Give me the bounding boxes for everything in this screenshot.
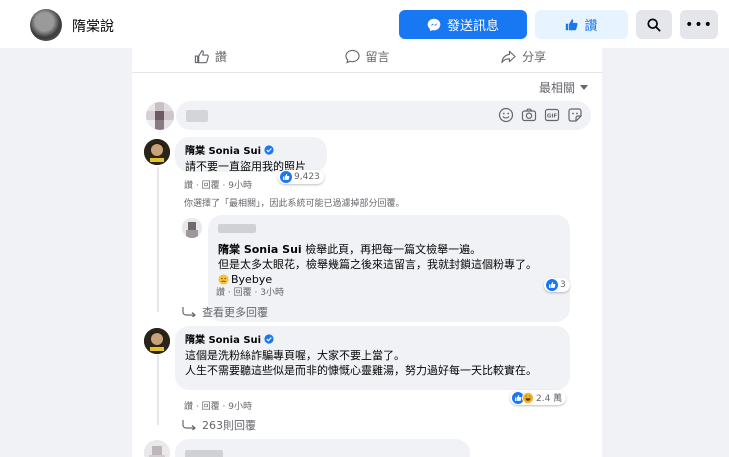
comment-sort-dropdown[interactable]: 最相關 (539, 79, 589, 96)
verified-badge-icon (264, 144, 274, 155)
post-share-label: 分享 (522, 49, 547, 64)
sad-emoji-icon (218, 274, 229, 285)
comment-bubble: 隋棠 Sonia Sui 請不要一直盜用我的照片 (175, 137, 327, 173)
pixelated-avatar-icon (146, 102, 174, 130)
reply-reply-link[interactable]: 回覆 (234, 288, 252, 298)
search-icon (647, 17, 661, 32)
caret-down-icon (580, 84, 588, 90)
redacted-name (185, 450, 223, 457)
current-user-avatar (146, 102, 174, 130)
comment-text-line-1: 這個是洗粉絲詐騙專頁喔，大家不要上當了。 (185, 349, 405, 362)
comment-like-link[interactable]: 讚 (184, 402, 193, 412)
emoji-icon[interactable] (498, 107, 514, 123)
comment-text-line-2: 人生不需要聽這些似是而非的慷慨心靈雞湯，努力過好每一天比較實在。 (185, 364, 537, 377)
comment-timestamp[interactable]: 9小時 (228, 402, 252, 412)
author-name: 隋棠 Sonia Sui (185, 146, 262, 157)
comment-reply-link[interactable]: 回覆 (202, 181, 220, 191)
comment-bubble (175, 439, 470, 457)
pixelated-avatar-icon (182, 218, 202, 238)
commenter-avatar[interactable] (144, 328, 170, 354)
gif-icon[interactable]: GIF (544, 107, 560, 123)
camera-icon[interactable] (521, 107, 537, 123)
thumbs-up-outline-icon (194, 49, 209, 63)
messenger-icon (427, 18, 441, 31)
reaction-number: 9,423 (294, 172, 320, 182)
reply-line-2: 但是太多太眼花，檢舉幾篇之後來這留言，我就封鎖這個粉專了。 (218, 258, 537, 271)
reply-line-1: 隋棠 Sonia Sui 檢舉此頁，再把每一篇文檢舉一遍。 (218, 242, 560, 257)
thumbs-up-icon (566, 19, 579, 31)
comment-author[interactable]: 隋棠 Sonia Sui (185, 142, 317, 157)
share-icon (501, 50, 516, 63)
comment-timestamp[interactable]: 9小時 (228, 181, 252, 191)
sticker-icon[interactable] (567, 107, 583, 123)
reply-text-1: 檢舉此頁，再把每一篇文檢舉一遍。 (305, 243, 482, 256)
view-replies-link[interactable]: 263則回覆 (182, 417, 256, 433)
author-name: 隋棠 Sonia Sui (185, 335, 262, 346)
laugh-reaction-icon (522, 391, 534, 404)
view-more-replies-link[interactable]: 查看更多回覆 (182, 304, 268, 320)
like-page-button[interactable]: 讚 (535, 10, 628, 39)
search-button[interactable] (636, 10, 672, 39)
reply-avatar[interactable] (182, 218, 202, 238)
commenter-avatar[interactable] (144, 139, 170, 165)
post-like-button[interactable]: 讚 (132, 40, 289, 72)
post-action-bar: 讚 留言 分享 (132, 40, 602, 73)
reaction-number: 2.4 萬 (536, 394, 563, 404)
reply-arrow-icon (182, 307, 196, 317)
send-message-button[interactable]: 發送訊息 (399, 10, 527, 39)
view-more-replies-label: 查看更多回覆 (202, 306, 268, 319)
reply-author[interactable]: 隋棠 Sonia Sui (218, 243, 302, 256)
reply-timestamp[interactable]: 3小時 (260, 288, 284, 298)
comment-bubble: 隋棠 Sonia Sui 這個是洗粉絲詐騙專頁喔，大家不要上當了。 人生不需要聽… (175, 326, 570, 390)
comment-icon (344, 49, 360, 64)
reply-meta: 讚 · 回覆 · 3小時 (216, 288, 284, 298)
like-reaction-icon (280, 171, 292, 183)
view-replies-label: 263則回覆 (202, 419, 256, 432)
composer-icons: GIF (498, 107, 583, 123)
profile-photo-icon (144, 139, 170, 165)
profile-photo-icon (144, 328, 170, 354)
comment-meta: 讚 · 回覆 · 9小時 (184, 181, 252, 191)
filter-notice: 你選擇了「最相關」，因此系統可能已過濾掉部分回覆。 (184, 199, 405, 209)
like-reaction-icon (546, 279, 558, 291)
pixelated-avatar-icon (144, 440, 170, 457)
post-comment-label: 留言 (365, 49, 390, 64)
comment-reply-link[interactable]: 回覆 (202, 402, 220, 412)
reply-like-link[interactable]: 讚 (216, 288, 225, 298)
page-title[interactable]: 隋棠說 (72, 16, 114, 36)
ellipsis-icon: ••• (685, 16, 713, 33)
comment-author[interactable]: 隋棠 Sonia Sui (185, 331, 560, 346)
reaction-number: 3 (560, 280, 566, 290)
more-options-button[interactable]: ••• (680, 10, 718, 39)
post-share-button[interactable]: 分享 (445, 40, 602, 72)
post-card: 讚 留言 分享 最相關 GIF 隋棠 Sonia Sui 請不要一直盜用我的照片… (132, 40, 602, 457)
verified-badge-icon (264, 333, 274, 344)
reaction-count[interactable]: 9,423 (278, 170, 324, 184)
commenter-avatar[interactable] (144, 440, 170, 457)
redacted-name (218, 224, 256, 233)
page-avatar[interactable] (30, 9, 62, 41)
comment-like-link[interactable]: 讚 (184, 181, 193, 191)
post-like-label: 讚 (214, 49, 227, 64)
svg-text:GIF: GIF (547, 114, 558, 120)
thread-connector (157, 167, 159, 312)
reaction-count[interactable]: 2.4 萬 (510, 390, 567, 405)
post-comment-button[interactable]: 留言 (289, 40, 446, 72)
reply-arrow-icon (182, 420, 196, 430)
comment-input[interactable]: GIF (176, 101, 591, 130)
redacted-placeholder (186, 110, 208, 122)
comment-meta: 讚 · 回覆 · 9小時 (184, 402, 252, 412)
thread-connector (157, 355, 159, 425)
like-page-label: 讚 (584, 19, 598, 34)
sort-label: 最相關 (538, 81, 575, 95)
reply-reaction-count[interactable]: 3 (544, 278, 570, 292)
send-message-label: 發送訊息 (446, 19, 499, 34)
